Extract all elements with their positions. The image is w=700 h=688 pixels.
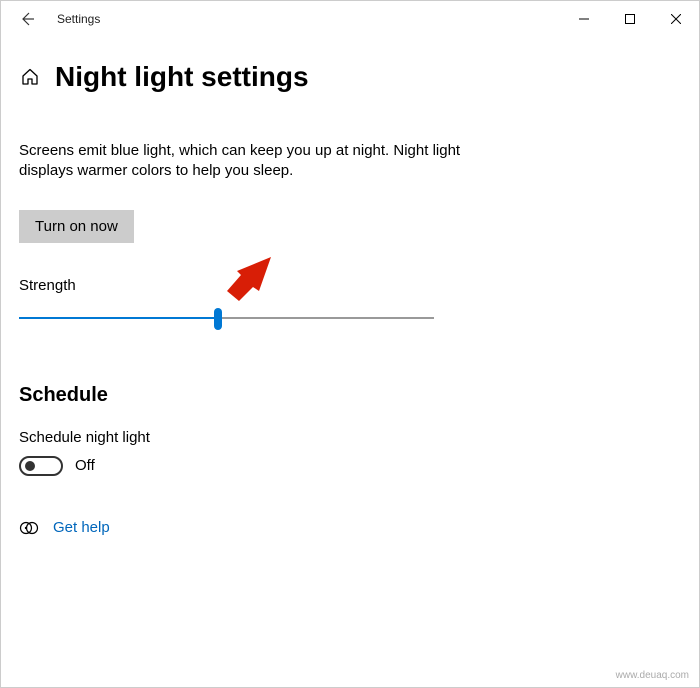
page-title: Night light settings: [55, 61, 309, 93]
maximize-icon: [625, 14, 635, 24]
toggle-state-text: Off: [75, 457, 95, 474]
get-help-link[interactable]: Get help: [53, 519, 110, 536]
close-button[interactable]: [653, 1, 699, 37]
maximize-button[interactable]: [607, 1, 653, 37]
slider-thumb[interactable]: [214, 308, 222, 330]
strength-label: Strength: [19, 277, 679, 294]
home-button[interactable]: [19, 66, 41, 88]
window-title: Settings: [57, 12, 100, 26]
home-icon: [20, 67, 40, 87]
help-icon: [19, 518, 39, 538]
schedule-heading: Schedule: [19, 384, 679, 407]
back-button[interactable]: [7, 1, 47, 37]
close-icon: [671, 14, 681, 24]
schedule-toggle-label: Schedule night light: [19, 429, 679, 446]
slider-fill: [19, 317, 218, 319]
back-arrow-icon: [19, 11, 35, 27]
turn-on-button[interactable]: Turn on now: [19, 210, 134, 243]
minimize-button[interactable]: [561, 1, 607, 37]
toggle-knob: [25, 461, 35, 471]
page-description: Screens emit blue light, which can keep …: [19, 141, 479, 182]
minimize-icon: [579, 14, 589, 24]
schedule-toggle[interactable]: [19, 456, 63, 476]
strength-slider[interactable]: [19, 306, 434, 330]
watermark: www.deuaq.com: [616, 670, 689, 681]
